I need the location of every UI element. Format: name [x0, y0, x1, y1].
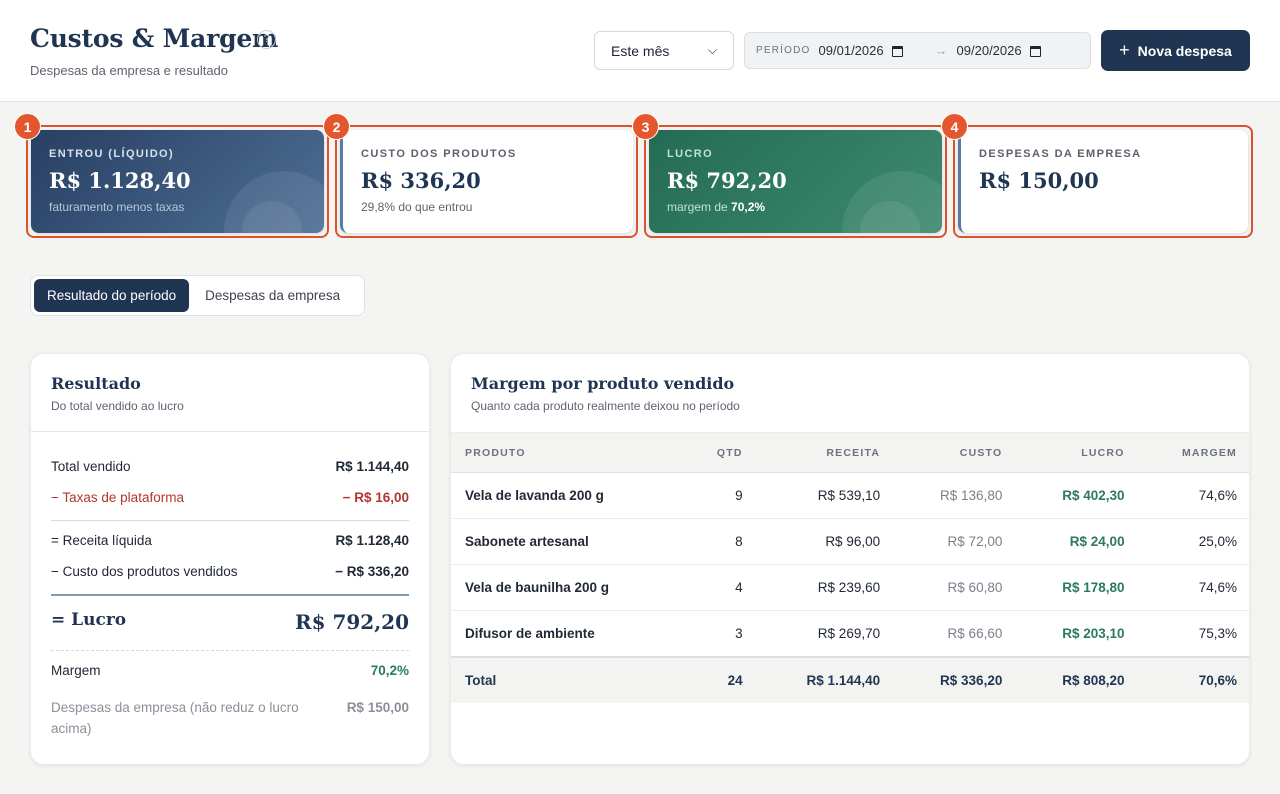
total-margin: 70,6% — [1198, 672, 1237, 688]
date-from-value: 09/01/2026 — [818, 43, 884, 58]
divider — [51, 520, 409, 521]
kpi-card-custo: CUSTO DOS PRODUTOS R$ 336,20 29,8% do qu… — [335, 125, 638, 238]
cost-cell: R$ 136,80 — [940, 488, 1003, 503]
date-from-input[interactable]: 09/01/2026 — [819, 43, 923, 58]
qty-cell: 3 — [735, 625, 743, 641]
margin-panel: Margem por produto vendido Quanto cada p… — [450, 353, 1250, 765]
product-name: Difusor de ambiente — [465, 625, 595, 641]
period-select-value: Este mês — [611, 42, 670, 59]
profit-cell: R$ 24,00 — [1069, 534, 1125, 549]
view-tabs: Resultado do período Despesas da empresa — [30, 275, 365, 316]
page-title: Custos & Margem — [30, 24, 279, 53]
kpi-value: R$ 150,00 — [979, 168, 1099, 193]
table-header-row: PRODUTO QTD RECEITA CUSTO LUCRO MARGEM — [451, 432, 1249, 473]
kpi-label: ENTROU (LÍQUIDO) — [49, 148, 175, 160]
result-row-taxas: − Taxas de plataforma − R$ 16,00 — [51, 490, 409, 505]
result-row-total: Total vendido R$ 1.144,40 — [51, 459, 409, 474]
calendar-icon[interactable] — [891, 46, 903, 58]
result-title: Resultado — [51, 374, 141, 393]
result-row-margem: Margem 70,2% — [51, 663, 409, 678]
total-revenue: R$ 1.144,40 — [806, 672, 881, 688]
tab-resultado[interactable]: Resultado do período — [34, 279, 190, 312]
new-expense-label: Nova despesa — [1137, 42, 1232, 59]
kpi-card-lucro: LUCRO R$ 792,20 margem de 70,2% — [644, 125, 947, 238]
column-header[interactable]: RECEITA — [756, 432, 895, 473]
divider — [51, 650, 409, 651]
kpi-card-entrou: ENTROU (LÍQUIDO) R$ 1.128,40 faturamento… — [26, 125, 329, 238]
period-label: PERÍODO — [756, 45, 811, 56]
help-icon[interactable]: ? — [257, 30, 276, 49]
date-range: PERÍODO 09/01/2026 → 09/20/2026 — [744, 32, 1091, 69]
column-header[interactable]: LUCRO — [1016, 432, 1139, 473]
margin-cell: 74,6% — [1198, 580, 1237, 595]
revenue-cell: R$ 539,10 — [817, 488, 881, 503]
result-panel: Resultado Do total vendido ao lucro Tota… — [30, 353, 430, 765]
table-row: Difusor de ambiente 3 R$ 269,70 R$ 66,60… — [451, 611, 1249, 657]
kpi-badge-1: 1 — [14, 113, 41, 140]
divider — [51, 594, 409, 596]
profit-cell: R$ 402,30 — [1062, 488, 1125, 503]
kpi-card-despesas: DESPESAS DA EMPRESA R$ 150,00 — [953, 125, 1253, 238]
kpi-label: CUSTO DOS PRODUTOS — [361, 148, 517, 160]
kpi-badge-2: 2 — [323, 113, 350, 140]
kpi-note: 29,8% do que entrou — [361, 200, 473, 214]
margin-cell: 75,3% — [1198, 625, 1237, 641]
column-header[interactable]: QTD — [683, 432, 757, 473]
kpi-badge-4: 4 — [941, 113, 968, 140]
result-row-receita: = Receita líquida R$ 1.128,40 — [51, 533, 409, 548]
total-cost: R$ 336,20 — [940, 672, 1003, 688]
total-profit: R$ 808,20 — [1062, 672, 1125, 688]
arrow-right-icon: → — [934, 43, 948, 58]
revenue-cell: R$ 269,70 — [817, 625, 881, 641]
revenue-cell: R$ 239,60 — [817, 580, 881, 595]
product-name: Vela de lavanda 200 g — [465, 488, 604, 503]
total-qty: 24 — [727, 672, 743, 688]
kpi-value: R$ 336,20 — [361, 168, 481, 193]
chevron-down-icon: ⌵ — [707, 43, 717, 57]
column-header[interactable]: MARGEM — [1138, 432, 1249, 473]
margin-table: PRODUTO QTD RECEITA CUSTO LUCRO MARGEM V… — [451, 432, 1249, 703]
margin-cell: 25,0% — [1198, 534, 1237, 549]
date-to-value: 09/20/2026 — [956, 43, 1022, 58]
column-header[interactable]: PRODUTO — [451, 432, 684, 473]
table-row: Vela de lavanda 200 g 9 R$ 539,10 R$ 136… — [451, 473, 1249, 519]
result-row-despesas: Despesas da empresa (não reduz o lucro a… — [51, 700, 409, 736]
date-to-input[interactable]: 09/20/2026 — [957, 43, 1061, 58]
qty-cell: 4 — [735, 580, 743, 595]
profit-cell: R$ 178,80 — [1062, 580, 1125, 595]
qty-cell: 8 — [735, 534, 743, 549]
table-row: Vela de baunilha 200 g 4 R$ 239,60 R$ 60… — [451, 565, 1249, 611]
cost-cell: R$ 66,60 — [947, 625, 1003, 641]
new-expense-button[interactable]: + Nova despesa — [1101, 30, 1250, 71]
calendar-icon[interactable] — [1029, 46, 1041, 58]
kpi-badge-3: 3 — [632, 113, 659, 140]
result-row-custo: − Custo dos produtos vendidos − R$ 336,20 — [51, 564, 409, 579]
cost-cell: R$ 72,00 — [947, 534, 1003, 549]
margin-percent: 70,2% — [731, 200, 766, 214]
qty-cell: 9 — [735, 488, 743, 503]
profit-cell: R$ 203,10 — [1062, 625, 1125, 641]
table-total-row: Total 24 R$ 1.144,40 R$ 336,20 R$ 808,20… — [451, 656, 1249, 703]
total-label: Total — [465, 672, 497, 688]
kpi-label: LUCRO — [667, 148, 714, 160]
revenue-cell: R$ 96,00 — [825, 534, 881, 549]
plus-icon: + — [1119, 40, 1130, 60]
product-name: Sabonete artesanal — [465, 534, 589, 549]
page-header: Custos & Margem ? Despesas da empresa e … — [0, 0, 1280, 102]
result-subtitle: Do total vendido ao lucro — [51, 399, 184, 413]
margin-cell: 74,6% — [1198, 488, 1237, 503]
product-name: Vela de baunilha 200 g — [465, 580, 610, 595]
margin-subtitle: Quanto cada produto realmente deixou no … — [471, 399, 740, 413]
page-subtitle: Despesas da empresa e resultado — [30, 63, 229, 78]
tab-despesas[interactable]: Despesas da empresa — [192, 279, 353, 312]
column-header[interactable]: CUSTO — [894, 432, 1017, 473]
margin-title: Margem por produto vendido — [471, 374, 735, 393]
period-select[interactable]: Este mês ⌵ — [594, 31, 734, 70]
kpi-label: DESPESAS DA EMPRESA — [979, 148, 1142, 160]
result-row-lucro: = Lucro R$ 792,20 — [51, 610, 409, 634]
cost-cell: R$ 60,80 — [947, 580, 1003, 595]
table-row: Sabonete artesanal 8 R$ 96,00 R$ 72,00 R… — [451, 519, 1249, 565]
